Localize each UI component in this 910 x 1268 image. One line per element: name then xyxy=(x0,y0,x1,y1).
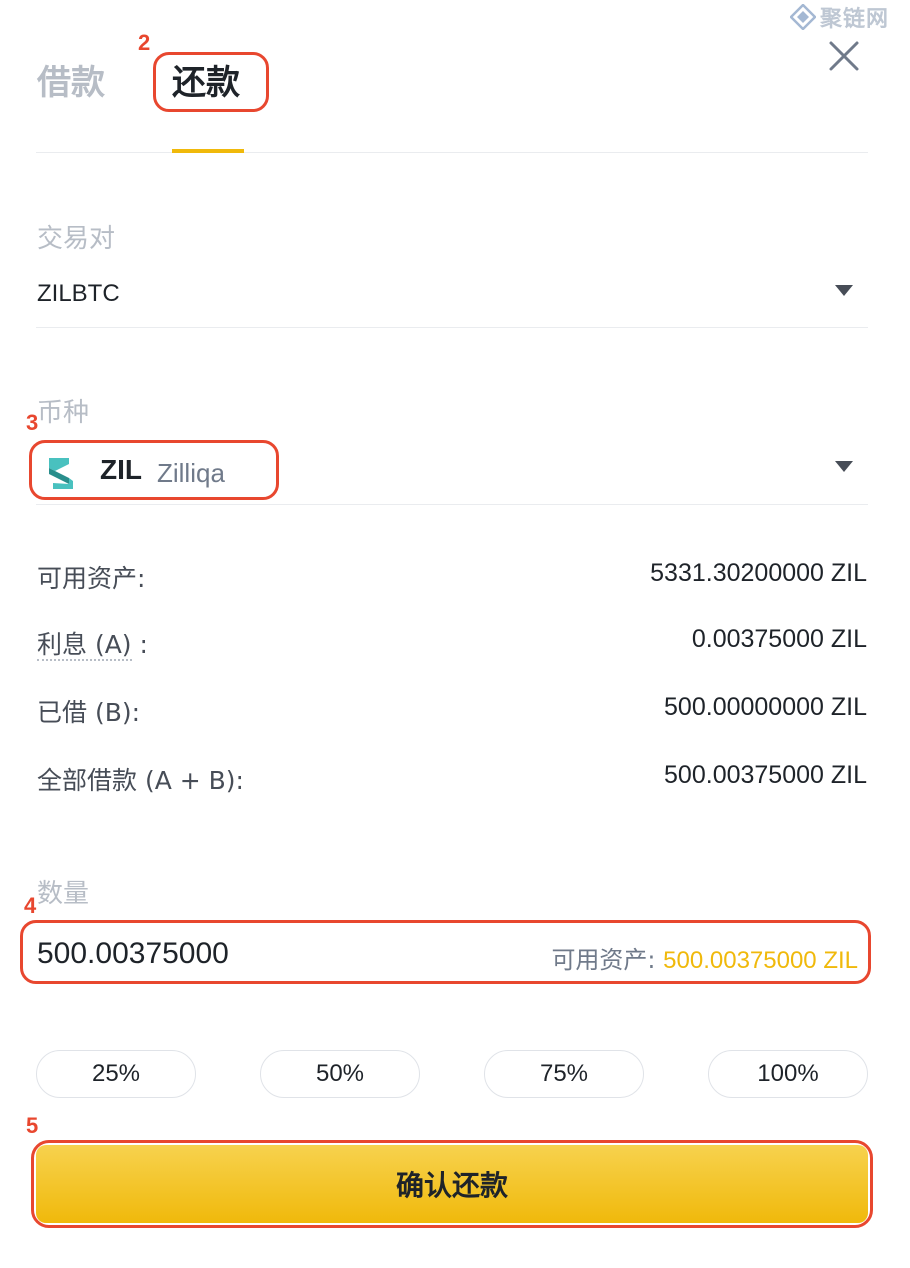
callout-box-confirm xyxy=(31,1140,873,1228)
callout-box-repay-tab xyxy=(153,52,269,112)
available-assets-value: 5331.30200000 ZIL xyxy=(650,559,867,587)
tab-divider xyxy=(36,152,868,153)
callout-number-4: 4 xyxy=(24,893,37,918)
coin-name[interactable]: Zilliqa xyxy=(157,458,225,489)
watermark-text: 聚链网 xyxy=(820,6,890,32)
zil-logo-icon xyxy=(47,455,75,491)
interest-colon: : xyxy=(139,630,148,659)
watermark-logo-icon xyxy=(790,4,816,30)
borrowed-value: 500.00000000 ZIL xyxy=(664,693,867,721)
amount-available-label: 可用资产: xyxy=(551,946,664,974)
percent-100-button[interactable]: 100% xyxy=(708,1050,868,1098)
callout-number-3: 3 xyxy=(26,410,39,435)
pair-dropdown-arrow-icon[interactable] xyxy=(835,285,853,296)
amount-input[interactable]: 500.00375000 xyxy=(37,937,229,971)
percent-75-button[interactable]: 75% xyxy=(484,1050,644,1098)
total-borrowed-value: 500.00375000 ZIL xyxy=(664,761,867,789)
interest-label[interactable]: 利息 (A) xyxy=(37,630,132,661)
percent-50-button[interactable]: 50% xyxy=(260,1050,420,1098)
watermark: 聚链网 xyxy=(790,2,910,32)
pair-select-value[interactable]: ZILBTC xyxy=(37,280,120,308)
coin-label: 币种 xyxy=(37,398,90,428)
coin-dropdown-arrow-icon[interactable] xyxy=(835,461,853,472)
coin-symbol[interactable]: ZIL xyxy=(100,454,142,486)
borrowed-label: 已借 (B): xyxy=(37,698,141,727)
callout-number-5: 5 xyxy=(26,1113,39,1138)
tab-active-indicator xyxy=(172,149,244,153)
pair-label: 交易对 xyxy=(37,224,116,254)
available-assets-label: 可用资产: xyxy=(37,564,146,593)
interest-value: 0.00375000 ZIL xyxy=(691,625,867,653)
amount-label: 数量 xyxy=(37,879,90,909)
total-borrowed-label: 全部借款 (A + B): xyxy=(37,766,244,795)
coin-underline xyxy=(36,504,868,505)
callout-number-2: 2 xyxy=(138,30,151,55)
close-icon xyxy=(829,41,859,71)
pair-underline xyxy=(36,327,868,328)
percent-25-button[interactable]: 25% xyxy=(36,1050,196,1098)
amount-available: 可用资产: 500.00375000 ZIL xyxy=(551,940,858,975)
tab-borrow[interactable]: 借款 xyxy=(37,58,105,108)
interest-row: 利息 (A) : xyxy=(37,625,148,661)
close-button[interactable] xyxy=(826,38,862,74)
amount-available-value[interactable]: 500.00375000 ZIL xyxy=(663,947,858,974)
